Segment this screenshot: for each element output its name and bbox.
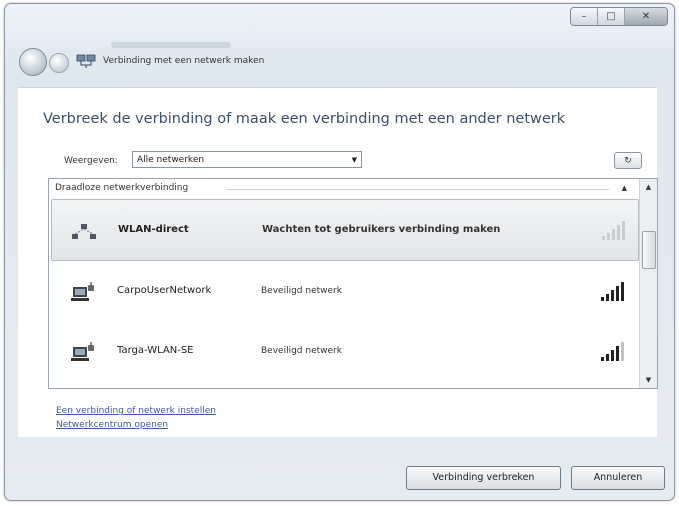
network-rows: WLAN-direct Wachten tot gebruikers verbi… [51,199,639,381]
scroll-up-icon[interactable]: ▲ [640,179,657,195]
network-row-wlan-direct[interactable]: WLAN-direct Wachten tot gebruikers verbi… [51,199,639,261]
chevron-down-icon: ▼ [351,156,357,164]
network-name: Targa-WLAN-SE [117,345,194,356]
network-name: CarpoUserNetwork [117,285,212,296]
show-label: Weergeven: [64,156,118,166]
network-status: Beveiligd netwerk [261,346,342,356]
signal-strength-icon [602,221,625,240]
setup-connection-link[interactable]: Een verbinding of netwerk instellen [56,406,216,416]
dialog-window: – □ ✕ Verbinding met een netwerk maken V… [4,3,675,501]
window-title-faded [111,42,231,48]
group-divider [227,189,609,190]
adhoc-network-icon [72,224,96,239]
scroll-thumb[interactable] [642,231,656,269]
dialog-content: Verbreek de verbinding of maak een verbi… [18,87,658,437]
collapse-icon[interactable]: ▲ [622,179,627,198]
close-button[interactable]: ✕ [625,8,667,25]
signal-strength-icon [601,282,624,301]
disconnect-button[interactable]: Verbinding verbreken [406,466,561,490]
title-bar: – □ ✕ Verbinding met een netwerk maken [5,4,674,84]
group-header[interactable]: Draadloze netwerkverbinding ▲ [49,179,637,198]
breadcrumb: Verbinding met een netwerk maken [103,56,265,66]
network-status: Wachten tot gebruikers verbinding maken [262,224,501,235]
list-scrollbar[interactable]: ▲ ▼ [639,179,657,388]
refresh-button[interactable]: ↻ [614,152,642,169]
cancel-button[interactable]: Annuleren [571,466,665,490]
window-controls: – □ ✕ [570,7,668,26]
network-row-carpousernetwork[interactable]: CarpoUserNetwork Beveiligd netwerk [51,261,639,321]
maximize-button[interactable]: □ [598,8,625,25]
network-row-targa-wlan-se[interactable]: Targa-WLAN-SE Beveiligd netwerk [51,321,639,381]
secured-network-icon [71,342,94,361]
show-select[interactable]: Alle netwerken ▼ [132,151,362,168]
network-name: WLAN-direct [118,224,189,235]
show-select-value: Alle netwerken [137,155,205,165]
forward-button[interactable] [49,53,69,73]
signal-strength-icon [601,342,624,361]
network-list: Draadloze netwerkverbinding ▲ WLAN-direc… [48,178,658,389]
scroll-down-icon[interactable]: ▼ [640,372,657,388]
page-title: Verbreek de verbinding of maak een verbi… [43,111,566,127]
network-center-link[interactable]: Netwerkcentrum openen [56,420,168,430]
group-header-label: Draadloze netwerkverbinding [55,183,189,193]
network-status: Beveiligd netwerk [261,286,342,296]
secured-network-icon [71,282,94,301]
back-button[interactable] [19,48,47,76]
network-icon [76,54,96,68]
minimize-button[interactable]: – [571,8,598,25]
